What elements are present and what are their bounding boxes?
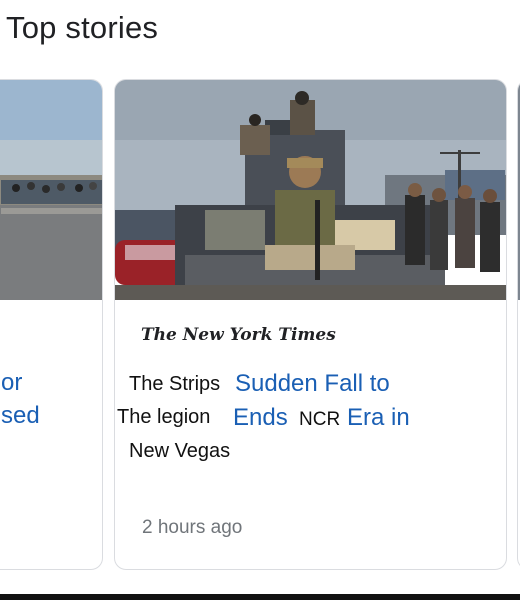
overlay-caption-word: NCR [299, 409, 341, 430]
left-headline-fragment-2[interactable]: sed [1, 402, 40, 430]
story-card-left[interactable]: or sed [0, 79, 103, 570]
overlay-caption-2: The legion [115, 405, 217, 429]
publisher-logo: The New York Times [141, 325, 336, 345]
story-card-main[interactable]: The New York Times Sudden Fall to Ends E… [114, 79, 507, 570]
left-headline-fragment-1[interactable]: or [1, 369, 22, 397]
section-title: Top stories [6, 10, 159, 45]
story-thumbnail-main[interactable] [115, 80, 506, 300]
story-thumbnail-left[interactable] [0, 80, 102, 300]
headline-line-2a[interactable]: Ends [233, 401, 288, 434]
top-stories-page: Top stories or sed The New York Times Su… [0, 0, 520, 600]
bottom-edge-bar [0, 594, 520, 600]
headline-line-1[interactable]: Sudden Fall to [235, 367, 390, 400]
overlay-caption-1: The Strips [127, 372, 223, 396]
story-timestamp: 2 hours ago [142, 517, 243, 538]
overlay-caption-3: New Vegas [127, 439, 291, 463]
headline-line-2b[interactable]: Era in [347, 401, 410, 434]
